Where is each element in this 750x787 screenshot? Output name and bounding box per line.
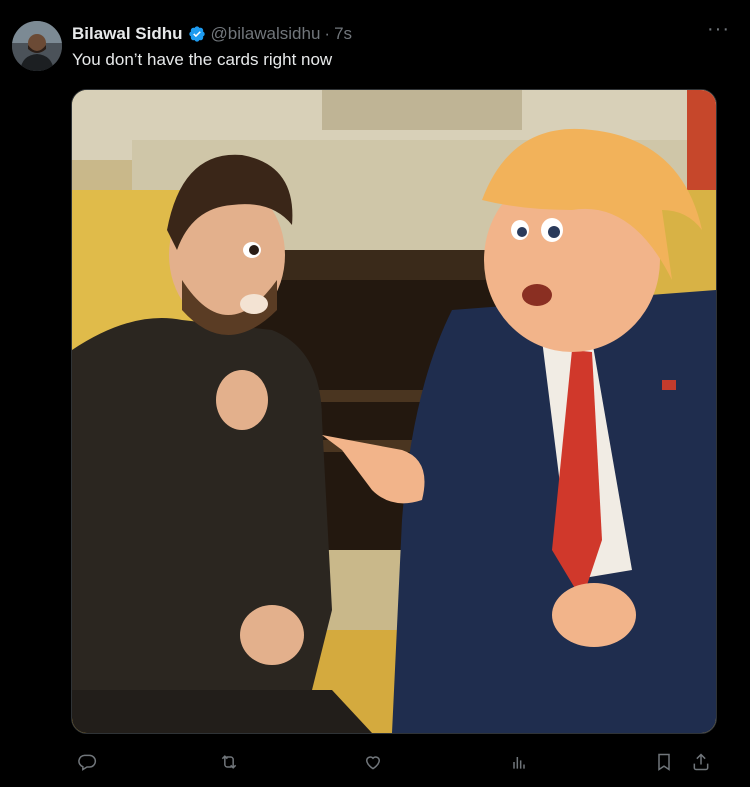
share-icon [693,753,709,771]
bookmark-button[interactable] [654,749,674,775]
share-button[interactable] [691,749,711,775]
separator-dot: · [324,24,331,43]
views-icon [513,757,525,769]
cartoon-illustration [72,90,716,733]
tweet-timestamp[interactable]: 7s [334,24,352,44]
tweet: Bilawal Sidhu @bilawalsidhu · 7s ··· You… [0,0,750,787]
author-name[interactable]: Bilawal Sidhu [72,24,183,44]
bookmark-icon [658,753,670,771]
verified-badge-icon [188,26,205,42]
tweet-text: You don’t have the cards right now [72,50,333,69]
retweet-button[interactable] [219,749,239,775]
avatar-image [12,21,62,71]
tweet-actions [71,749,715,775]
author-handle[interactable]: @bilawalsidhu [211,24,321,44]
like-button[interactable] [363,749,383,775]
tweet-media-image[interactable] [71,89,717,734]
tweet-header: Bilawal Sidhu @bilawalsidhu · 7s [72,22,730,46]
avatar[interactable] [12,21,62,71]
reply-button[interactable] [77,749,97,775]
views-button[interactable] [509,749,529,775]
retweet-icon [221,755,237,769]
heart-icon [365,756,381,770]
more-options-button[interactable]: ··· [707,18,730,41]
reply-icon [78,754,97,771]
